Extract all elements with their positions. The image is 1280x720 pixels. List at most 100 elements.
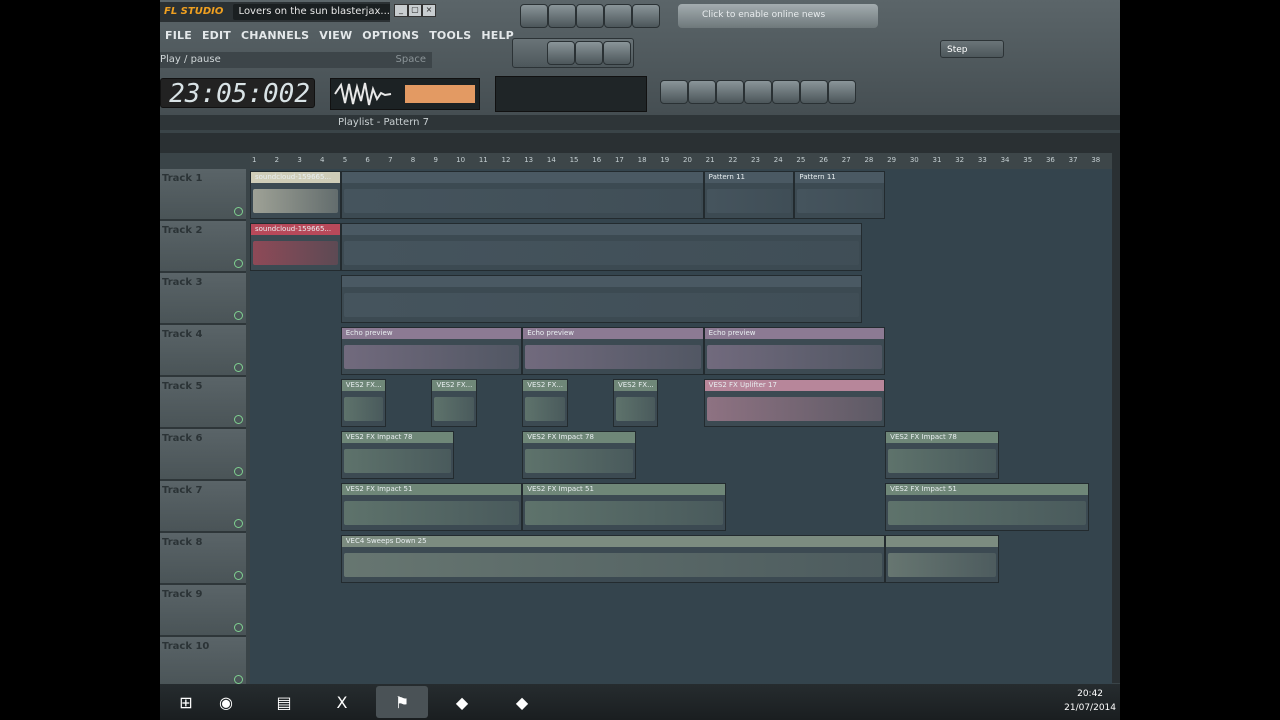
clip-waveform [525,449,633,473]
playlist-clip[interactable]: VES2 FX Impact 78 [522,431,636,479]
menu-view[interactable]: VIEW [314,26,357,46]
playlist-clip[interactable]: VES2 FX Impact 51 [340,483,523,531]
search-icon[interactable] [772,80,800,104]
playlist-horizontal-scrollbar[interactable] [160,133,1120,153]
clip-name: VES2 FX Impact 51 [523,484,726,495]
track-lane[interactable]: VES2 FX Impact 78 VES2 FX Impact 78 VES2 F… [250,429,1112,482]
main-toolbar: FL STUDIO Lovers on the sun blasterjax..… [160,0,1120,115]
track-mute-led[interactable] [234,363,243,372]
file-explorer-icon[interactable]: ▤ [258,686,310,718]
stop-button[interactable] [575,41,603,65]
fl-studio-window: FL STUDIO Lovers on the sun blasterjax..… [160,0,1120,720]
track-header[interactable]: Track 3 [160,273,246,325]
playlist-clip[interactable]: VES2 FX Impact 78 [340,431,455,479]
track-header[interactable]: Track 1 [160,169,246,221]
cut-icon[interactable] [744,80,772,104]
system-tray[interactable]: 20:42 21/07/2014 [1064,687,1116,715]
song-position-clock[interactable]: 23:05:002 [160,78,315,109]
track-header[interactable]: Track 5 [160,377,246,429]
playlist-title[interactable]: Playlist - Pattern 7 [338,115,429,130]
plugin-icon[interactable] [688,80,716,104]
fl-studio-icon[interactable]: ⚑ [376,686,428,718]
timeline-ruler[interactable]: 1 2 3 4 5 6 7 8 9 10 11 12 13 14 15 16 17 18 19 20 21 22 23 24 2… [250,153,1112,169]
record-button[interactable] [603,41,631,65]
menu-channels[interactable]: CHANNELS [236,26,314,46]
playlist-clip[interactable]: Pattern 11 [703,171,795,219]
snap-selector[interactable]: Step [940,40,1004,58]
minimize-button[interactable]: _ [394,4,408,17]
playlist-vertical-scrollbar[interactable] [1112,153,1120,683]
undo-icon[interactable] [660,80,688,104]
playlist-clip[interactable]: VES2 FX... [340,379,387,427]
playlist-clip[interactable]: VES2 FX Uplifter 17 [703,379,886,427]
track-mute-led[interactable] [234,311,243,320]
track-lane[interactable] [250,273,1112,326]
playlist-clip[interactable]: VES2 FX Impact 51 [522,483,727,531]
timeline-bar-number: 26 [819,156,829,164]
track-mute-led[interactable] [234,623,243,632]
playlist-clip[interactable]: VES2 FX Impact 78 [885,431,999,479]
playlist-clip[interactable]: soundcloud-159665... [250,171,341,219]
playlist-clip[interactable]: VES2 FX... [612,379,659,427]
playlist-clip[interactable]: Pattern 11 [794,171,886,219]
clip-waveform [525,345,701,369]
menu-options[interactable]: OPTIONS [357,26,424,46]
playlist-clip[interactable]: soundcloud-159665... [250,223,341,271]
playlist-clip[interactable] [885,535,999,583]
track-mute-led[interactable] [234,415,243,424]
track-header[interactable]: Track 2 [160,221,246,273]
track-header[interactable]: Track 10 [160,637,246,689]
help-icon[interactable] [828,80,856,104]
track-mute-led[interactable] [234,259,243,268]
track-mute-led[interactable] [234,675,243,684]
track-lane[interactable]: VES2 FX Impact 51 VES2 FX Impact 51 VES2 F… [250,481,1112,534]
track-lane[interactable]: Echo preview Echo preview Echo preview [250,325,1112,378]
close-button[interactable]: × [422,4,436,17]
playlist-clip[interactable]: Echo preview [340,327,523,375]
browser-icon[interactable] [604,4,632,28]
track-header[interactable]: Track 8 [160,533,246,585]
track-lane[interactable]: VEC4 Sweeps Down 25 [250,533,1112,586]
menu-file[interactable]: FILE [160,26,197,46]
playlist-clip[interactable]: VES2 FX... [522,379,568,427]
fl-app-2-icon[interactable]: ◆ [436,686,488,718]
playlist-clip[interactable]: VEC4 Sweeps Down 25 [340,535,886,583]
playlist-clip[interactable] [340,275,863,323]
playlist-clip[interactable]: Echo preview [703,327,886,375]
track-header[interactable]: Track 4 [160,325,246,377]
clip-waveform [525,501,724,525]
online-news-button[interactable]: Click to enable online news [678,4,878,28]
playlist-clip[interactable] [340,171,704,219]
clip-waveform [343,553,883,577]
mixer-view-icon[interactable] [716,80,744,104]
track-header[interactable]: Track 6 [160,429,246,481]
play-pause-button[interactable] [547,41,575,65]
excel-icon[interactable]: X [316,686,368,718]
playlist-clip[interactable]: VES2 FX... [431,379,477,427]
track-mute-led[interactable] [234,207,243,216]
track-mute-led[interactable] [234,467,243,476]
pattern-song-icon[interactable] [520,4,548,28]
track-lane[interactable]: soundcloud-159665... [250,221,1112,274]
save-icon[interactable] [800,80,828,104]
piano-roll-icon[interactable] [576,4,604,28]
channel-rack-icon[interactable] [632,4,660,28]
track-lane[interactable]: soundcloud-159665... Pattern 11 Pattern 11 [250,169,1112,222]
track-header[interactable]: Track 7 [160,481,246,533]
mixer-icon[interactable] [548,4,576,28]
track-header[interactable]: Track 9 [160,585,246,637]
fl-app-3-icon[interactable]: ◆ [496,686,548,718]
playlist-clip[interactable]: Echo preview [522,327,704,375]
track-lane[interactable] [250,585,1112,638]
menu-edit[interactable]: EDIT [197,26,236,46]
chrome-icon[interactable]: ◉ [200,686,252,718]
maximize-button[interactable]: ▢ [408,4,422,17]
menu-tools[interactable]: TOOLS [424,26,476,46]
playlist-clip[interactable]: VES2 FX Impact 51 [885,483,1090,531]
playlist-clip[interactable] [340,223,863,271]
track-mute-led[interactable] [234,519,243,528]
track-lane[interactable] [250,637,1112,690]
clip-name: Echo preview [341,328,522,339]
track-mute-led[interactable] [234,571,243,580]
track-lane[interactable]: VES2 FX... VES2 FX... VES2 FX... VES2 FX...… [250,377,1112,430]
